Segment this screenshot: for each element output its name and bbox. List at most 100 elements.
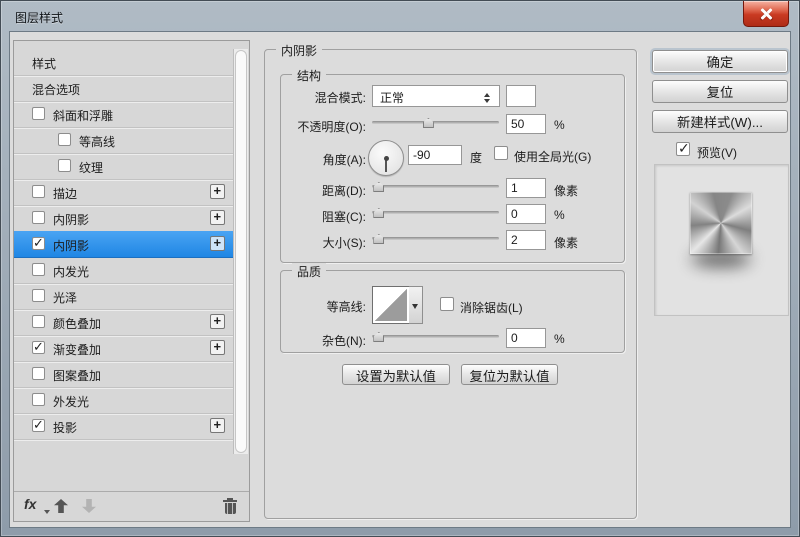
styles-list: 样式 混合选项 斜面和浮雕 等高线 纹理 描边 内阴影 内阴影 [14, 41, 249, 492]
stepper-icon [484, 90, 492, 106]
blend-mode-value: 正常 [380, 89, 404, 106]
scrollbar-thumb[interactable] [235, 50, 247, 453]
checkbox[interactable] [32, 289, 45, 302]
checkbox[interactable] [32, 263, 45, 276]
sidebar-item-outer-glow[interactable]: 外发光 [14, 387, 233, 414]
new-style-button[interactable]: 新建样式(W)... [652, 110, 788, 133]
anti-alias-checkbox[interactable] [440, 297, 454, 311]
slider-thumb[interactable] [373, 234, 384, 244]
distance-label: 距离(D): [278, 182, 366, 199]
checkbox[interactable] [32, 185, 45, 198]
add-effect-icon[interactable] [210, 340, 225, 355]
close-icon [759, 7, 773, 21]
checkbox[interactable] [32, 393, 45, 406]
sidebar-item-drop-shadow[interactable]: 投影 [14, 413, 233, 440]
close-button[interactable] [743, 1, 789, 27]
checkbox-checked[interactable] [32, 419, 45, 432]
distance-unit: 像素 [554, 182, 578, 199]
fx-caret-icon [44, 510, 50, 517]
distance-slider[interactable] [372, 180, 499, 193]
ok-button[interactable]: 确定 [652, 50, 788, 73]
dialog-body: 样式 混合选项 斜面和浮雕 等高线 纹理 描边 内阴影 内阴影 [9, 31, 791, 528]
sidebar-item-inner-shadow-2[interactable]: 内阴影 [14, 231, 233, 258]
checkbox[interactable] [32, 107, 45, 120]
size-slider[interactable] [372, 232, 499, 245]
sidebar-item-pattern-overlay[interactable]: 图案叠加 [14, 361, 233, 388]
use-global-light-label: 使用全局光(G) [514, 148, 591, 165]
preview-checkbox[interactable] [676, 142, 690, 156]
noise-label: 杂色(N): [278, 332, 366, 349]
checkbox[interactable] [58, 159, 71, 172]
choke-unit: % [554, 208, 565, 222]
fx-menu-button[interactable]: fx [24, 496, 36, 512]
slider-thumb[interactable] [423, 118, 434, 128]
anti-alias-label: 消除锯齿(L) [460, 299, 523, 316]
move-effect-up-icon[interactable] [54, 499, 68, 513]
make-default-button[interactable]: 设置为默认值 [342, 364, 450, 385]
titlebar[interactable]: 图层样式 [1, 1, 799, 31]
contour-dropdown-icon[interactable] [409, 286, 423, 324]
add-effect-icon[interactable] [210, 236, 225, 251]
contour-picker[interactable] [372, 286, 410, 324]
sidebar-item-styles[interactable]: 样式 [14, 49, 233, 76]
contour-thumbnail-icon [375, 289, 407, 321]
slider-thumb[interactable] [373, 182, 384, 192]
angle-label: 角度(A): [278, 151, 366, 168]
slider-thumb[interactable] [373, 208, 384, 218]
sidebar-item-gradient-overlay[interactable]: 渐变叠加 [14, 335, 233, 362]
size-unit: 像素 [554, 234, 578, 251]
sidebar-item-color-overlay[interactable]: 颜色叠加 [14, 309, 233, 336]
angle-center-icon [384, 156, 389, 161]
opacity-slider[interactable] [372, 116, 499, 129]
checkbox[interactable] [32, 367, 45, 380]
slider-thumb[interactable] [373, 332, 384, 342]
sidebar-item-stroke[interactable]: 描边 [14, 179, 233, 206]
contour-label: 等高线: [278, 298, 366, 315]
sidebar-item-contour[interactable]: 等高线 [14, 127, 233, 154]
angle-unit: 度 [470, 149, 482, 166]
checkbox-checked[interactable] [32, 341, 45, 354]
style-preview-well [654, 164, 789, 316]
structure-title: 结构 [292, 67, 326, 84]
sidebar-item-inner-glow[interactable]: 内发光 [14, 257, 233, 284]
sidebar-item-bevel-emboss[interactable]: 斜面和浮雕 [14, 101, 233, 128]
checkbox[interactable] [32, 211, 45, 224]
opacity-input[interactable] [506, 114, 546, 134]
reset-default-button[interactable]: 复位为默认值 [461, 364, 558, 385]
sidebar-item-texture[interactable]: 纹理 [14, 153, 233, 180]
noise-input[interactable] [506, 328, 546, 348]
choke-label: 阻塞(C): [278, 208, 366, 225]
sidebar-item-blending-options[interactable]: 混合选项 [14, 75, 233, 102]
move-effect-down-icon[interactable] [82, 499, 96, 513]
opacity-unit: % [554, 118, 565, 132]
dialog-title: 图层样式 [15, 9, 63, 26]
angle-input[interactable] [408, 145, 462, 165]
use-global-light-checkbox[interactable] [494, 146, 508, 160]
blend-mode-select[interactable]: 正常 [372, 85, 500, 107]
slider-track [372, 237, 499, 240]
noise-slider[interactable] [372, 330, 499, 343]
reset-button[interactable]: 复位 [652, 80, 788, 103]
preview-thumbnail [690, 192, 752, 254]
distance-input[interactable] [506, 178, 546, 198]
angle-dial[interactable] [368, 140, 404, 176]
delete-effect-icon[interactable] [223, 498, 237, 514]
checkbox-checked[interactable] [32, 237, 45, 250]
add-effect-icon[interactable] [210, 210, 225, 225]
sidebar-footer: fx [14, 493, 249, 521]
add-effect-icon[interactable] [210, 314, 225, 329]
choke-input[interactable] [506, 204, 546, 224]
checkbox[interactable] [58, 133, 71, 146]
sidebar-item-inner-shadow-1[interactable]: 内阴影 [14, 205, 233, 232]
blend-mode-label: 混合模式: [278, 89, 366, 106]
sidebar-scrollbar[interactable] [233, 49, 248, 454]
choke-slider[interactable] [372, 206, 499, 219]
slider-track [372, 185, 499, 188]
add-effect-icon[interactable] [210, 184, 225, 199]
sidebar-item-satin[interactable]: 光泽 [14, 283, 233, 310]
add-effect-icon[interactable] [210, 418, 225, 433]
checkbox[interactable] [32, 315, 45, 328]
size-input[interactable] [506, 230, 546, 250]
shadow-color-swatch[interactable] [506, 85, 536, 107]
slider-track [372, 211, 499, 214]
